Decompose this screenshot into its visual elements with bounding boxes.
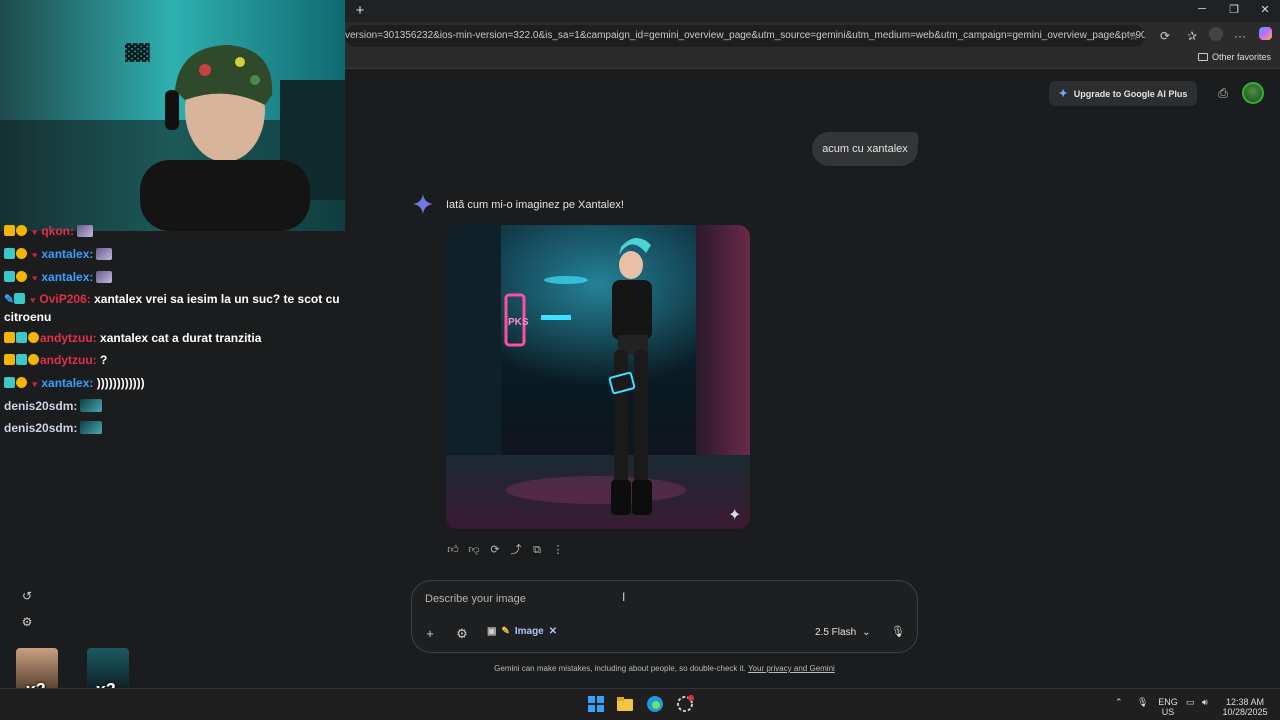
- svg-text:✦: ✦: [728, 505, 741, 524]
- lang-label: ENG: [1158, 697, 1178, 707]
- model-label: 2.5 Flash: [815, 627, 857, 638]
- chat-message: ♥ qkon:: [4, 223, 346, 241]
- gallery-icon: ▣: [487, 626, 497, 637]
- screen: + ─ ❐ ✕ version=301356232&ios-min-versio…: [0, 0, 1280, 720]
- more-icon[interactable]: ···: [1231, 27, 1249, 45]
- regenerate-icon[interactable]: ⟳: [488, 543, 502, 557]
- neon-sign-text: PKS: [508, 317, 529, 328]
- chat-message: andytzuu: xantalex cat a durat tranzitia: [4, 330, 346, 347]
- time-label: 12:38 AM: [1225, 697, 1265, 707]
- mic-icon[interactable]: 🎙︎: [891, 625, 905, 641]
- region-label: US: [1161, 707, 1175, 717]
- response-actions: 👍︎ 👎︎ ⟳ ⤴ ⧉ ⋮: [446, 543, 565, 557]
- thumbs-up-icon[interactable]: 👍︎: [446, 543, 460, 557]
- disclaimer-text: Gemini can make mistakes, including abou…: [494, 664, 746, 673]
- prompt-input[interactable]: Describe your image: [425, 593, 526, 605]
- other-favorites-label: Other favorites: [1211, 52, 1271, 62]
- upgrade-button[interactable]: ✦ Upgrade to Google AI Plus: [1049, 81, 1197, 106]
- refresh-icon[interactable]: ⟳: [1156, 27, 1174, 45]
- network-icon[interactable]: ▭: [1186, 697, 1195, 707]
- copy-icon[interactable]: ⧉: [530, 543, 544, 557]
- thumbs-down-icon[interactable]: 👎︎: [467, 543, 481, 557]
- chat-message: andytzuu: ?: [4, 352, 346, 369]
- file-explorer-icon[interactable]: [616, 695, 634, 713]
- maximize-button[interactable]: ❐: [1219, 3, 1249, 16]
- edge-icon[interactable]: [646, 695, 664, 713]
- disclaimer: Gemini can make mistakes, including abou…: [0, 664, 1280, 673]
- url-text: version=301356232&ios-min-version=322.0&…: [345, 30, 1145, 41]
- generated-image[interactable]: PKS ✦: [446, 225, 750, 529]
- remove-chip-icon[interactable]: ✕: [549, 626, 557, 637]
- chat-message: denis20sdm:: [4, 398, 346, 415]
- taskbar: [0, 688, 1280, 720]
- more-vert-icon[interactable]: ⋮: [551, 543, 565, 557]
- chat-message: ♥ xantalex:: [4, 246, 346, 264]
- start-icon[interactable]: [587, 695, 605, 713]
- folder-icon: [1197, 53, 1208, 61]
- image-chip-label: Image: [514, 626, 544, 637]
- response-text: Iată cum mi-o imaginez pe Xantalex!: [446, 199, 624, 211]
- tray-mic-icon[interactable]: 🎙︎: [1137, 697, 1148, 707]
- favorites-icon[interactable]: ✰: [1183, 27, 1201, 45]
- text-cursor-icon: I: [622, 590, 626, 604]
- address-bar[interactable]: version=301356232&ios-min-version=322.0&…: [345, 25, 1145, 47]
- webcam-overlay: ▓▓: [0, 0, 345, 231]
- language-indicator[interactable]: ENG US: [1156, 697, 1180, 717]
- add-icon[interactable]: +: [422, 626, 438, 641]
- clock[interactable]: 12:38 AM 10/28/2025: [1222, 697, 1268, 717]
- sparkle-icon: ✦: [1058, 88, 1068, 100]
- privacy-link[interactable]: Your privacy and Gemini: [748, 664, 835, 673]
- tools-icon[interactable]: ⚙: [454, 626, 470, 642]
- prompt-box[interactable]: [411, 580, 918, 653]
- history-icon[interactable]: ↺: [19, 589, 35, 605]
- chat-message: ♥ xantalex: )))))))))))): [4, 375, 346, 393]
- account-avatar[interactable]: [1242, 82, 1264, 104]
- date-label: 10/28/2025: [1222, 707, 1268, 717]
- share-icon[interactable]: ⤴: [509, 543, 523, 557]
- minimize-button[interactable]: ─: [1187, 3, 1217, 15]
- app-icon[interactable]: [676, 695, 694, 713]
- banana-icon: ✎: [501, 626, 510, 637]
- tray-chevron-icon[interactable]: ⌃: [1115, 697, 1123, 707]
- chat-message: ♥ xantalex:: [4, 269, 346, 287]
- chevron-down-icon: ⌄: [862, 627, 871, 638]
- copilot-icon[interactable]: [1256, 27, 1274, 45]
- close-window-button[interactable]: ✕: [1250, 3, 1280, 16]
- svg-text:▓▓: ▓▓: [125, 43, 150, 62]
- profile-icon[interactable]: [1207, 27, 1225, 45]
- new-tab-button[interactable]: +: [352, 3, 368, 19]
- chat-message: ✎ ♥ OviP206: xantalex vrei sa iesim la un …: [4, 292, 340, 324]
- image-tool-chip[interactable]: ▣ ✎ Image ✕: [487, 626, 557, 637]
- chat-message: denis20sdm:: [4, 420, 346, 437]
- user-message: acum cu xantalex: [812, 132, 918, 166]
- other-favorites[interactable]: Other favorites: [1197, 52, 1271, 62]
- volume-icon[interactable]: 🔊︎: [1202, 697, 1208, 707]
- star-icon[interactable]: ☆: [1128, 25, 1139, 47]
- print-icon[interactable]: ⎙: [1214, 84, 1232, 102]
- upgrade-label: Upgrade to Google AI Plus: [1073, 88, 1188, 99]
- settings-gear-icon[interactable]: ⚙: [19, 615, 35, 631]
- gemini-sparkle-icon: [413, 194, 433, 214]
- model-selector[interactable]: 2.5 Flash ⌄: [815, 627, 871, 638]
